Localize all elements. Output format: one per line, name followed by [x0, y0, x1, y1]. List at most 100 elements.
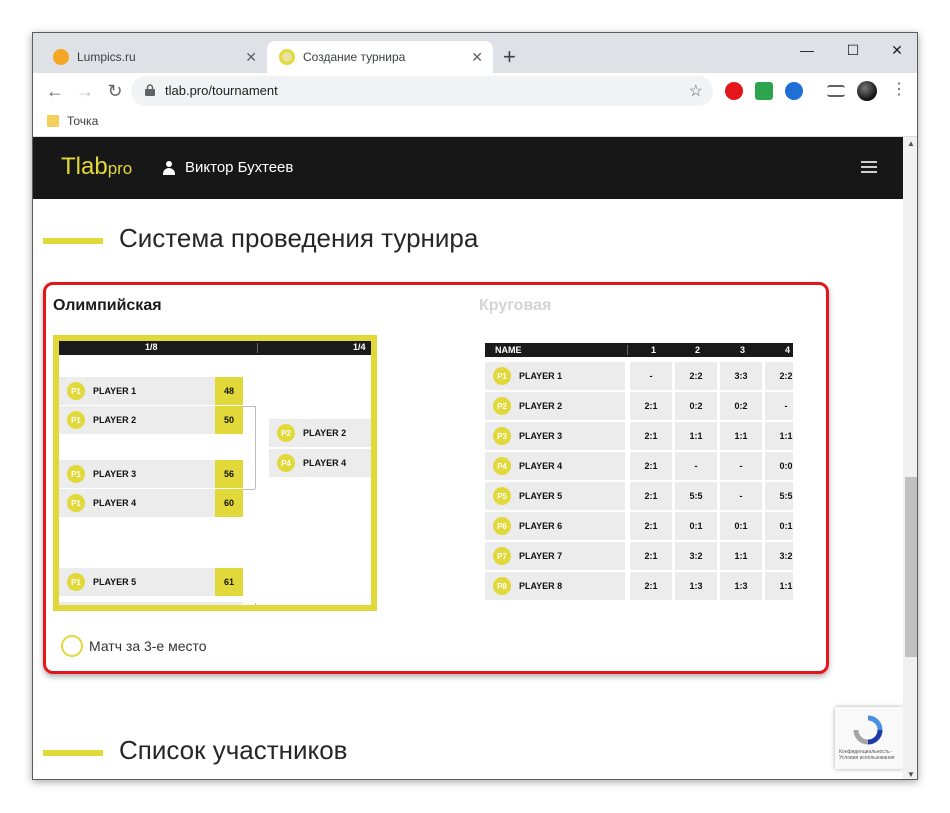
third-place-option[interactable]: Матч за 3-е место	[61, 635, 207, 657]
back-icon[interactable]: ←	[43, 80, 67, 102]
table-row: P4 PLAYER 4 2:1 - - 0:0	[485, 452, 793, 480]
column-divider	[627, 345, 628, 355]
scroll-up-icon[interactable]: ▲	[907, 139, 915, 148]
scroll-down-icon[interactable]: ▼	[907, 770, 915, 779]
player-name: PLAYER 1	[519, 371, 563, 381]
bracket-line	[255, 603, 256, 605]
player-chip: P5	[493, 487, 511, 505]
player-name: PLAYER 4	[519, 461, 563, 471]
player-chip: P2	[493, 397, 511, 415]
bracket-slot	[59, 602, 243, 605]
player-chip: P1	[67, 465, 85, 483]
section-title-system: Система проведения турнира	[119, 223, 479, 253]
page-viewport: Tlabpro Виктор Бухтеев Система проведени…	[33, 137, 903, 779]
hamburger-menu-icon[interactable]	[861, 161, 877, 173]
bracket-slot: P1 PLAYER 2 50	[59, 406, 243, 434]
option-round-robin[interactable]: Круговая	[479, 297, 551, 315]
score-cell: -	[630, 362, 672, 390]
third-place-radio[interactable]	[61, 635, 83, 657]
new-tab-icon[interactable]: +	[503, 45, 516, 69]
option-olympic[interactable]: Олимпийская	[53, 297, 162, 315]
table-row: P5 PLAYER 5 2:1 5:5 - 5:5	[485, 482, 793, 510]
score-cell: 2:1	[630, 452, 672, 480]
recaptcha-text[interactable]: Конфиденциальность - Условия использован…	[839, 749, 899, 761]
tab-strip: Lumpics.ru ✕ Создание турнира ✕ + — ☐ ✕	[33, 33, 917, 73]
close-tab-icon[interactable]: ✕	[245, 49, 257, 65]
round-robin-table[interactable]: NAME 1 2 3 4 P1 PLAYER 1 - 2:2 3:3 2:2 P2…	[485, 343, 793, 603]
profile-avatar-icon[interactable]	[857, 81, 877, 101]
recaptcha-badge[interactable]: Конфиденциальность - Условия использован…	[835, 707, 903, 769]
player-chip: P1	[67, 494, 85, 512]
player-name: PLAYER 4	[93, 498, 137, 508]
adblock-extension-icon[interactable]	[725, 82, 743, 100]
player-name: PLAYER 6	[519, 521, 563, 531]
site-header: Tlabpro Виктор Бухтеев	[33, 137, 903, 199]
score-cell: 2:1	[630, 542, 672, 570]
browser-window: Lumpics.ru ✕ Создание турнира ✕ + — ☐ ✕ …	[32, 32, 918, 780]
score-cell: 1:1	[765, 422, 793, 450]
tab-tournament[interactable]: Создание турнира ✕	[267, 41, 493, 73]
player-name: PLAYER 3	[93, 469, 137, 479]
bookmark-tochka[interactable]: Точка	[47, 114, 98, 128]
minimize-icon[interactable]: —	[787, 39, 827, 61]
round-divider	[257, 343, 258, 353]
media-control-icon[interactable]	[827, 85, 845, 97]
forward-icon[interactable]: →	[73, 80, 97, 102]
score-cell: 0:0	[765, 452, 793, 480]
score-cell: 3:2	[675, 542, 717, 570]
bracket-line	[243, 489, 255, 490]
bookmark-star-icon[interactable]: ☆	[689, 81, 703, 101]
check-extension-icon[interactable]	[755, 82, 773, 100]
vertical-scrollbar[interactable]: ▲ ▼	[903, 137, 917, 779]
score-cell: 2:1	[630, 482, 672, 510]
browser-toolbar: ← → ↻ tlab.pro/tournament ☆ ⋮	[33, 73, 917, 109]
tab-title: Lumpics.ru	[77, 50, 136, 64]
player-name: PLAYER 4	[303, 458, 347, 468]
scrollbar-thumb[interactable]	[905, 477, 917, 657]
olympic-bracket[interactable]: 1/8 1/4 P1 PLAYER 1 48 P1 PLAYER 2 50 P1…	[53, 335, 377, 611]
bracket-slot: P4 PLAYER 4	[269, 449, 371, 477]
player-chip: P3	[493, 427, 511, 445]
player-name: PLAYER 7	[519, 551, 563, 561]
reload-icon[interactable]: ↻	[103, 80, 127, 102]
score-cell: -	[765, 392, 793, 420]
player-cell: P1 PLAYER 1	[485, 362, 625, 390]
table-row: P1 PLAYER 1 - 2:2 3:3 2:2	[485, 362, 793, 390]
bracket-slot: P1 PLAYER 4 60	[59, 489, 243, 517]
logo-text: Tlab	[61, 153, 108, 180]
bracket-header: 1/8 1/4	[59, 341, 371, 355]
close-window-icon[interactable]: ✕	[877, 39, 917, 61]
more-menu-icon[interactable]: ⋮	[891, 80, 907, 100]
score-cell: 5:5	[675, 482, 717, 510]
player-cell: P8 PLAYER 8	[485, 572, 625, 600]
column-header: 2	[695, 345, 701, 355]
score-cell: 0:1	[765, 512, 793, 540]
tab-lumpics[interactable]: Lumpics.ru ✕	[41, 41, 267, 73]
player-name: PLAYER 3	[519, 431, 563, 441]
user-profile-link[interactable]: Виктор Бухтеев	[163, 159, 293, 176]
site-logo[interactable]: Tlabpro	[61, 153, 132, 181]
player-score: 60	[215, 489, 243, 517]
round-label: 1/4	[353, 342, 366, 352]
table-row: P8 PLAYER 8 2:1 1:3 1:3 1:1	[485, 572, 793, 600]
column-header: 1	[651, 345, 657, 355]
maximize-icon[interactable]: ☐	[833, 39, 873, 61]
third-place-label: Матч за 3-е место	[89, 638, 207, 654]
score-cell: 1:1	[765, 572, 793, 600]
player-name: PLAYER 5	[93, 577, 137, 587]
score-cell: 0:1	[675, 512, 717, 540]
column-header: 3	[740, 345, 746, 355]
vpn-extension-icon[interactable]	[785, 82, 803, 100]
player-cell: P5 PLAYER 5	[485, 482, 625, 510]
score-cell: -	[720, 452, 762, 480]
player-name: PLAYER 2	[519, 401, 563, 411]
score-cell: 2:1	[630, 512, 672, 540]
tab-title: Создание турнира	[303, 50, 406, 64]
bookmark-label: Точка	[67, 114, 99, 128]
player-cell: P4 PLAYER 4	[485, 452, 625, 480]
close-tab-icon[interactable]: ✕	[471, 49, 483, 65]
address-bar[interactable]: tlab.pro/tournament ☆	[131, 76, 713, 106]
score-cell: 5:5	[765, 482, 793, 510]
column-header: NAME	[495, 345, 522, 355]
player-name: PLAYER 2	[93, 415, 137, 425]
